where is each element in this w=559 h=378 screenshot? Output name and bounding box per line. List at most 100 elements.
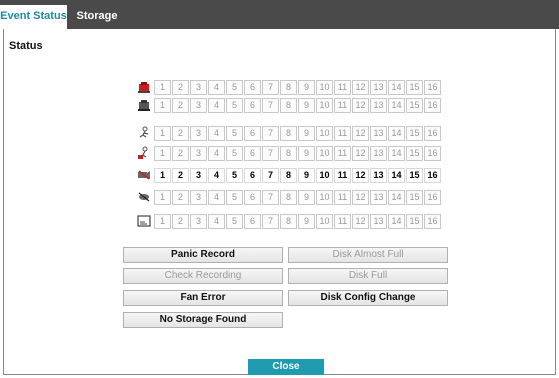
channel-cell: 2 (172, 126, 189, 141)
channel-cell: 14 (388, 126, 405, 141)
channel-cell: 4 (208, 214, 225, 229)
channel-cell: 10 (316, 146, 333, 161)
alarm-out-icon (137, 98, 151, 112)
channel-cell: 1 (154, 80, 171, 95)
channel-cell: 12 (352, 126, 369, 141)
channel-cell: 7 (262, 168, 279, 183)
channel-cell: 4 (208, 80, 225, 95)
channel-cell: 2 (172, 146, 189, 161)
channel-cell: 13 (370, 146, 387, 161)
channel-cell: 1 (154, 190, 171, 205)
channel-cell: 1 (154, 168, 171, 183)
channel-cell: 12 (352, 190, 369, 205)
motion-icon (137, 126, 151, 140)
channel-cell: 2 (172, 80, 189, 95)
channel-cell: 16 (424, 190, 441, 205)
channel-cell: 15 (406, 146, 423, 161)
channel-cell: 11 (334, 190, 351, 205)
channel-cell: 3 (190, 190, 207, 205)
channel-cell: 5 (226, 190, 243, 205)
channel-cell: 8 (280, 98, 297, 113)
channel-cell: 16 (424, 214, 441, 229)
channel-cell: 1 (154, 214, 171, 229)
channel-cell: 16 (424, 126, 441, 141)
channel-cell: 11 (334, 98, 351, 113)
channel-cell: 8 (280, 190, 297, 205)
channel-cell: 10 (316, 168, 333, 183)
channel-cell: 7 (262, 146, 279, 161)
channel-cell: 8 (280, 168, 297, 183)
channel-cell: 8 (280, 80, 297, 95)
tab-bar: Event Status Storage (0, 0, 559, 29)
channel-cell: 5 (226, 146, 243, 161)
tampering-icon (137, 190, 151, 204)
channel-cell: 3 (190, 80, 207, 95)
channel-cell: 10 (316, 214, 333, 229)
channel-cell: 10 (316, 190, 333, 205)
channel-cell: 13 (370, 126, 387, 141)
channel-cell: 10 (316, 98, 333, 113)
channel-cell: 10 (316, 126, 333, 141)
channel-cell: 13 (370, 190, 387, 205)
channel-cell: 15 (406, 190, 423, 205)
channel-cell: 3 (190, 98, 207, 113)
channel-cell: 9 (298, 190, 315, 205)
channel-cell: 7 (262, 98, 279, 113)
channel-cell: 6 (244, 80, 261, 95)
channel-cell: 6 (244, 214, 261, 229)
channel-cell: 6 (244, 98, 261, 113)
channel-cell: 16 (424, 98, 441, 113)
motion-alarm-icon (137, 146, 151, 160)
channel-cell: 1 (154, 126, 171, 141)
channel-cell: 5 (226, 98, 243, 113)
channel-cell: 2 (172, 190, 189, 205)
channel-cell: 16 (424, 146, 441, 161)
tab-event-status[interactable]: Event Status (0, 5, 67, 29)
channel-cell: 4 (208, 146, 225, 161)
channel-cell: 6 (244, 168, 261, 183)
channel-cell: 15 (406, 214, 423, 229)
channel-cell: 9 (298, 80, 315, 95)
channel-cell: 5 (226, 168, 243, 183)
section-title: Status (9, 40, 43, 52)
channel-cell: 14 (388, 80, 405, 95)
channel-cell: 3 (190, 126, 207, 141)
channel-cell: 1 (154, 98, 171, 113)
fan-error-button[interactable]: Fan Error (123, 290, 283, 306)
channel-cell: 13 (370, 80, 387, 95)
channel-cell: 7 (262, 214, 279, 229)
channel-cell: 6 (244, 126, 261, 141)
channel-cell: 11 (334, 146, 351, 161)
channel-cell: 12 (352, 146, 369, 161)
channel-cell: 9 (298, 126, 315, 141)
channel-cell: 14 (388, 168, 405, 183)
disk-almost-full-button: Disk Almost Full (288, 247, 448, 263)
channel-cell: 11 (334, 168, 351, 183)
close-button[interactable]: Close (248, 359, 324, 375)
channel-cell: 4 (208, 126, 225, 141)
channel-cell: 10 (316, 80, 333, 95)
channel-cell: 4 (208, 98, 225, 113)
channel-cell: 8 (280, 146, 297, 161)
channel-cell: 1 (154, 146, 171, 161)
channel-cell: 14 (388, 190, 405, 205)
channel-cell: 15 (406, 98, 423, 113)
channel-cell: 4 (208, 168, 225, 183)
channel-cell: 5 (226, 80, 243, 95)
channel-cell: 4 (208, 190, 225, 205)
channel-cell: 13 (370, 168, 387, 183)
channel-cell: 13 (370, 98, 387, 113)
channel-cell: 11 (334, 214, 351, 229)
channel-cell: 9 (298, 98, 315, 113)
channel-cell: 9 (298, 168, 315, 183)
channel-cell: 2 (172, 214, 189, 229)
tab-storage[interactable]: Storage (67, 5, 127, 29)
channel-cell: 3 (190, 168, 207, 183)
channel-cell: 12 (352, 168, 369, 183)
panic-record-button[interactable]: Panic Record (123, 247, 283, 263)
channel-cell: 5 (226, 126, 243, 141)
no-storage-found-button[interactable]: No Storage Found (123, 312, 283, 328)
disk-config-change-button[interactable]: Disk Config Change (288, 290, 448, 306)
channel-cell: 15 (406, 168, 423, 183)
text-in-icon (137, 214, 151, 228)
